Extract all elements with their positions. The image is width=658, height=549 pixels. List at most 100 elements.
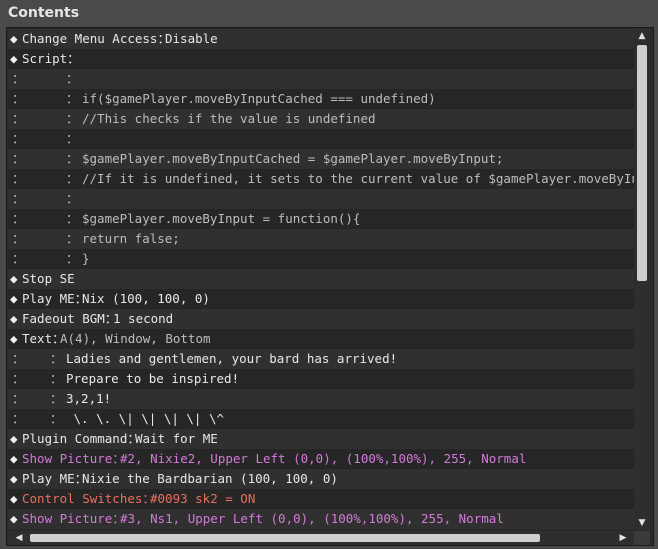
horizontal-scrollbar[interactable]: ◀ ▶ xyxy=(8,531,634,545)
command-label: Play ME： xyxy=(22,471,88,486)
continuation-marker: ： xyxy=(12,111,25,126)
scroll-up-icon[interactable]: ▲ xyxy=(634,29,650,43)
scrollbar-corner xyxy=(634,531,650,545)
list-item[interactable]: ◆ Play ME： Nix (100, 100, 0) xyxy=(8,289,634,309)
continuation-marker: ： xyxy=(12,231,25,246)
command-diamond-icon: ◆ xyxy=(10,51,18,66)
list-item[interactable]: ◆ Control Switches： #0093 sk2 = ON xyxy=(8,489,634,509)
command-value: #3, Ns1, Upper Left (0,0), (100%,100%), … xyxy=(120,511,504,526)
continuation-marker: ： xyxy=(50,351,63,366)
command-value: $gamePlayer.moveByInput = function(){ xyxy=(82,211,361,226)
continuation-marker: ： xyxy=(12,131,25,146)
command-value: return false; xyxy=(82,231,180,246)
command-label: Show Picture： xyxy=(22,451,125,466)
command-value: } xyxy=(82,251,90,266)
command-value: Ladies and gentlemen, your bard has arri… xyxy=(66,351,398,366)
list-item[interactable]: ◆ Play ME： Nixie the Bardbarian (100, 100,… xyxy=(8,469,634,489)
list-item[interactable]: ：： if($gamePlayer.moveByInputCached === u… xyxy=(8,89,634,109)
command-value: A(4), Window, Bottom xyxy=(60,331,211,346)
command-label: Fadeout BGM： xyxy=(22,311,118,326)
continuation-marker: ： xyxy=(66,71,79,86)
command-value: Nixie the Bardbarian (100, 100, 0) xyxy=(82,471,338,486)
command-diamond-icon: ◆ xyxy=(10,311,18,326)
command-diamond-icon: ◆ xyxy=(10,471,18,486)
continuation-marker: ： xyxy=(66,111,79,126)
command-label: Stop SE xyxy=(22,271,75,286)
continuation-marker: ： xyxy=(66,231,79,246)
list-item[interactable]: ◆ Script： xyxy=(8,49,634,69)
window-title: Contents xyxy=(8,5,80,21)
command-diamond-icon: ◆ xyxy=(10,31,18,46)
list-item[interactable]: ：：//This checks if the value is undefine… xyxy=(8,109,634,129)
list-item[interactable]: ◆ Stop SE xyxy=(8,269,634,289)
command-diamond-icon: ◆ xyxy=(10,511,18,526)
list-item[interactable]: ： ：} xyxy=(8,249,634,269)
scroll-left-icon[interactable]: ◀ xyxy=(12,531,26,545)
continuation-marker: ： xyxy=(12,371,25,386)
continuation-marker: ： xyxy=(50,371,63,386)
command-diamond-icon: ◆ xyxy=(10,451,18,466)
command-value: Wait for ME xyxy=(135,431,218,446)
command-label: Plugin Command： xyxy=(22,431,140,446)
list-item[interactable]: ：： Ladies and gentlemen, your bard has ar… xyxy=(8,349,634,369)
event-command-list[interactable]: ◆ Change Menu Access： Disable ◆ Script：：：：： i… xyxy=(8,29,634,530)
list-item[interactable]: ：：//If it is undefined, it sets to the c… xyxy=(8,169,634,189)
scroll-down-icon[interactable]: ▼ xyxy=(634,516,650,530)
command-label: Text： xyxy=(22,331,65,346)
list-item[interactable]: ：： xyxy=(8,69,634,89)
horizontal-scroll-thumb[interactable] xyxy=(30,534,540,542)
continuation-marker: ： xyxy=(12,391,25,406)
command-value: \. \. \| \| \| \| \^ xyxy=(66,411,225,426)
command-label: Script： xyxy=(22,51,80,66)
list-item[interactable]: ：： 3,2,1! xyxy=(8,389,634,409)
list-item[interactable]: ◆ Show Picture： #3, Ns1, Upper Left (0,0),… xyxy=(8,509,634,529)
command-label: Change Menu Access： xyxy=(22,31,170,46)
command-label: Play ME： xyxy=(22,291,88,306)
command-label: Control Switches： xyxy=(22,491,155,506)
continuation-marker: ： xyxy=(12,251,25,266)
continuation-marker: ： xyxy=(66,191,79,206)
list-item[interactable]: ：： return false; xyxy=(8,229,634,249)
list-item[interactable]: ◆ Plugin Command： Wait for ME xyxy=(8,429,634,449)
list-item[interactable]: ： ： \. \. \| \| \| \| \^ xyxy=(8,409,634,429)
continuation-marker: ： xyxy=(12,211,25,226)
command-diamond-icon: ◆ xyxy=(10,331,18,346)
list-item[interactable]: ：： xyxy=(8,129,634,149)
continuation-marker: ： xyxy=(66,251,79,266)
list-item[interactable]: ◆ Text： A(4), Window, Bottom xyxy=(8,329,634,349)
list-item[interactable]: ：： xyxy=(8,189,634,209)
continuation-marker: ： xyxy=(12,411,25,426)
continuation-marker: ： xyxy=(12,191,25,206)
command-value: #2, Nixie2, Upper Left (0,0), (100%,100%… xyxy=(120,451,527,466)
vertical-scrollbar[interactable]: ▲ ▼ xyxy=(634,29,650,530)
list-item[interactable]: ◆ Fadeout BGM： 1 second xyxy=(8,309,634,329)
command-value: //If it is undefined, it sets to the cur… xyxy=(82,171,634,186)
continuation-marker: ： xyxy=(12,91,25,106)
command-value: //This checks if the value is undefined xyxy=(82,111,376,126)
command-value: if($gamePlayer.moveByInputCached === und… xyxy=(82,91,436,106)
list-item[interactable]: ：： $gamePlayer.moveByInput = function(){ xyxy=(8,209,634,229)
scroll-right-icon[interactable]: ▶ xyxy=(616,531,630,545)
continuation-marker: ： xyxy=(12,71,25,86)
list-item[interactable]: ◆ Change Menu Access： Disable xyxy=(8,29,634,49)
continuation-marker: ： xyxy=(66,151,79,166)
continuation-marker: ： xyxy=(66,91,79,106)
command-diamond-icon: ◆ xyxy=(10,271,18,286)
vertical-scroll-thumb[interactable] xyxy=(637,45,647,281)
list-item[interactable]: ：： Prepare to be inspired! xyxy=(8,369,634,389)
command-value: Prepare to be inspired! xyxy=(66,371,240,386)
continuation-marker: ： xyxy=(66,131,79,146)
command-value: 1 second xyxy=(113,311,174,326)
continuation-marker: ： xyxy=(12,351,25,366)
continuation-marker: ： xyxy=(12,171,25,186)
list-item[interactable]: ◆ Show Picture： #2, Nixie2, Upper Left (0,… xyxy=(8,449,634,469)
continuation-marker: ： xyxy=(66,171,79,186)
contents-window: Contents ◆ Change Menu Access： Disable ◆ Scr… xyxy=(0,0,658,549)
continuation-marker: ： xyxy=(12,151,25,166)
continuation-marker: ： xyxy=(66,211,79,226)
continuation-marker: ： xyxy=(50,391,63,406)
command-diamond-icon: ◆ xyxy=(10,291,18,306)
list-item[interactable]: ：： $gamePlayer.moveByInputCached = $gameP… xyxy=(8,149,634,169)
continuation-marker: ： xyxy=(50,411,63,426)
command-value: Nix (100, 100, 0) xyxy=(82,291,210,306)
